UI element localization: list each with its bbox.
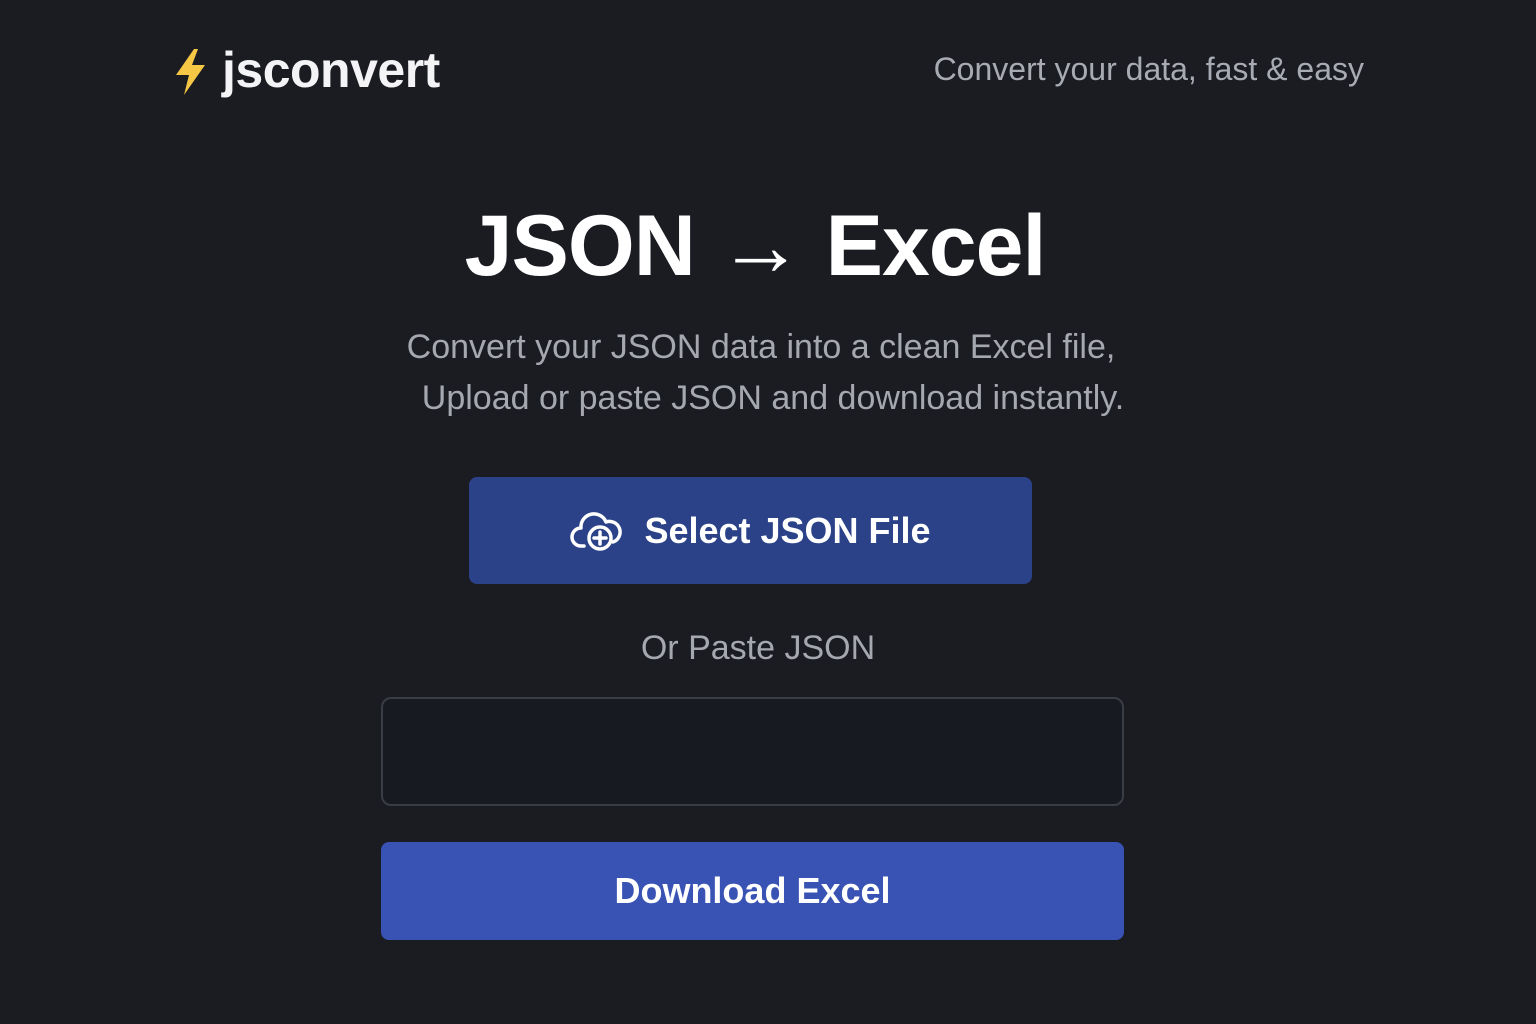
page: jsconvert Convert your data, fast & easy… — [0, 0, 1536, 1024]
brand-name: jsconvert — [222, 42, 440, 98]
header-tagline: Convert your data, fast & easy — [933, 51, 1364, 87]
site-header: jsconvert Convert your data, fast & easy — [172, 40, 1364, 104]
download-excel-button[interactable]: Download Excel — [381, 842, 1124, 940]
lightning-bolt-icon — [172, 47, 208, 97]
subtitle-line-1: Convert your JSON data into a clean Exce… — [406, 328, 1116, 366]
select-json-file-label: Select JSON File — [644, 509, 931, 551]
page-subtitle: Convert your JSON data into a clean Exce… — [0, 322, 1536, 424]
paste-json-label: Or Paste JSON — [640, 629, 876, 667]
page-title: JSON → Excel — [464, 198, 1047, 294]
cloud-upload-icon — [570, 508, 624, 554]
select-json-file-button[interactable]: Select JSON File — [469, 477, 1032, 584]
brand-logo-link[interactable]: jsconvert — [172, 42, 440, 98]
json-paste-input[interactable] — [381, 697, 1124, 806]
subtitle-line-2: Upload or paste JSON and download instan… — [421, 379, 1125, 417]
